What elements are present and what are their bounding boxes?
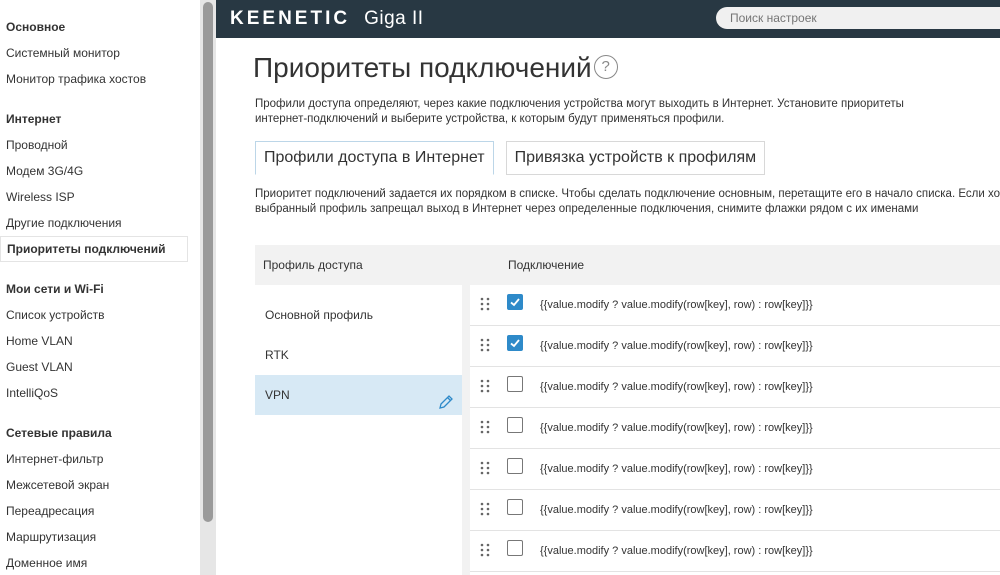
sidebar-item[interactable]: Системный монитор (0, 40, 200, 66)
tab-access-profiles[interactable]: Профили доступа в Интернет (255, 141, 494, 175)
sidebar-group-heading: Интернет (6, 112, 62, 126)
sidebar-item[interactable]: Guest VLAN (0, 354, 200, 380)
page-title: Приоритеты подключений (253, 52, 592, 83)
connection-checkbox[interactable] (507, 417, 523, 433)
top-header: KEENETIC Giga II (216, 0, 1000, 38)
drag-handle-icon[interactable] (480, 543, 490, 557)
settings-search-input[interactable] (716, 7, 1000, 29)
profile-name: RTK (265, 348, 289, 362)
drag-handle-icon[interactable] (480, 502, 490, 516)
connection-checkbox[interactable] (507, 499, 523, 515)
sidebar-item[interactable]: Приоритеты подключений (0, 236, 188, 262)
drag-handle-icon[interactable] (480, 297, 490, 311)
connection-label: {{value.modify ? value.modify(row[key], … (540, 545, 813, 557)
connection-checkbox[interactable] (507, 540, 523, 556)
priority-hint-line-2: выбранный профиль запрещал выход в Интер… (255, 203, 919, 215)
connection-row[interactable]: {{value.modify ? value.modify(row[key], … (470, 326, 1000, 367)
sidebar-item[interactable]: Доменное имя (0, 550, 200, 575)
column-header-connection: Подключение (508, 258, 585, 272)
connection-label: {{value.modify ? value.modify(row[key], … (540, 504, 813, 516)
drag-handle-icon[interactable] (480, 420, 490, 434)
column-header-profile: Профиль доступа (263, 258, 363, 272)
sidebar-item[interactable]: Интернет-фильтр (0, 446, 200, 472)
drag-handle-icon[interactable] (480, 379, 490, 393)
priority-hint: Приоритет подключений задается их порядк… (255, 187, 1000, 217)
profile-name: VPN (265, 388, 290, 402)
profile-item[interactable]: VPN (255, 375, 462, 415)
sidebar-item[interactable]: Список устройств (0, 302, 200, 328)
drag-handle-icon[interactable] (480, 338, 490, 352)
connection-label: {{value.modify ? value.modify(row[key], … (540, 463, 813, 475)
drag-handle-icon[interactable] (480, 461, 490, 475)
sidebar-group: Мои сети и Wi-Fi Список устройств Home VLA… (0, 276, 200, 406)
sidebar-item[interactable]: Wireless ISP (0, 184, 200, 210)
sidebar-group-heading: Основное (6, 20, 66, 34)
sidebar-item[interactable]: IntelliQoS (0, 380, 200, 406)
sidebar-group-heading: Мои сети и Wi-Fi (6, 282, 104, 296)
sidebar-group: Сетевые правила Интернет-фильтр Межсетевой… (0, 420, 200, 575)
sidebar-group: Интернет Проводной Модем 3G/4G Wireless ISP… (0, 106, 200, 262)
page-description: Профили доступа определяют, через какие … (255, 98, 904, 125)
connection-checkbox[interactable] (507, 458, 523, 474)
connection-row[interactable]: {{value.modify ? value.modify(row[key], … (470, 367, 1000, 408)
connection-checkbox[interactable] (507, 294, 523, 310)
connection-row[interactable]: {{value.modify ? value.modify(row[key], … (470, 490, 1000, 531)
table-header: Профиль доступа Подключение (255, 245, 1000, 285)
tabs: Профили доступа в Интернет Привязка устр… (255, 141, 777, 175)
connection-row[interactable]: {{value.modify ? value.modify(row[key], … (470, 285, 1000, 326)
sidebar-item[interactable]: Межсетевой экран (0, 472, 200, 498)
profile-item[interactable]: Основной профиль (255, 295, 462, 335)
connection-row[interactable]: {{value.modify ? value.modify(row[key], … (470, 531, 1000, 572)
profile-list: Основной профиль RTK VPN (255, 295, 462, 415)
main-content: Приоритеты подключений? Профили доступа … (216, 38, 1000, 575)
sidebar-scrollbar-thumb[interactable] (203, 2, 213, 522)
connection-checkbox[interactable] (507, 376, 523, 392)
sidebar-item[interactable]: Маршрутизация (0, 524, 200, 550)
connection-label: {{value.modify ? value.modify(row[key], … (540, 422, 813, 434)
brand-logo: KEENETIC (230, 8, 351, 29)
tab-device-binding[interactable]: Привязка устройств к профилям (505, 141, 766, 175)
connection-label: {{value.modify ? value.modify(row[key], … (540, 381, 813, 393)
connection-label: {{value.modify ? value.modify(row[key], … (540, 299, 813, 311)
sidebar-item[interactable]: Проводной (0, 132, 200, 158)
sidebar-item[interactable]: Home VLAN (0, 328, 200, 354)
connection-panel-gutter (462, 285, 470, 575)
connection-list: {{value.modify ? value.modify(row[key], … (470, 285, 1000, 572)
pencil-icon[interactable] (438, 386, 454, 409)
priority-hint-line-1: Приоритет подключений задается их порядк… (255, 188, 1000, 200)
connection-checkbox[interactable] (507, 335, 523, 351)
sidebar-item[interactable]: Переадресация (0, 498, 200, 524)
connection-row[interactable]: {{value.modify ? value.modify(row[key], … (470, 449, 1000, 490)
profile-item[interactable]: RTK (255, 335, 462, 375)
sidebar: Основное Системный монитор Монитор трафика… (0, 0, 200, 575)
help-icon[interactable]: ? (593, 54, 618, 79)
device-model: Giga II (364, 8, 424, 29)
page-title-wrap: Приоритеты подключений? (253, 52, 618, 84)
sidebar-group-heading: Сетевые правила (6, 426, 112, 440)
sidebar-item[interactable]: Другие подключения (0, 210, 200, 236)
sidebar-item[interactable]: Монитор трафика хостов (0, 66, 200, 92)
sidebar-group: Основное Системный монитор Монитор трафика… (0, 14, 200, 92)
profile-name: Основной профиль (265, 308, 374, 322)
connection-label: {{value.modify ? value.modify(row[key], … (540, 340, 813, 352)
sidebar-item[interactable]: Модем 3G/4G (0, 158, 200, 184)
connection-row[interactable]: {{value.modify ? value.modify(row[key], … (470, 408, 1000, 449)
